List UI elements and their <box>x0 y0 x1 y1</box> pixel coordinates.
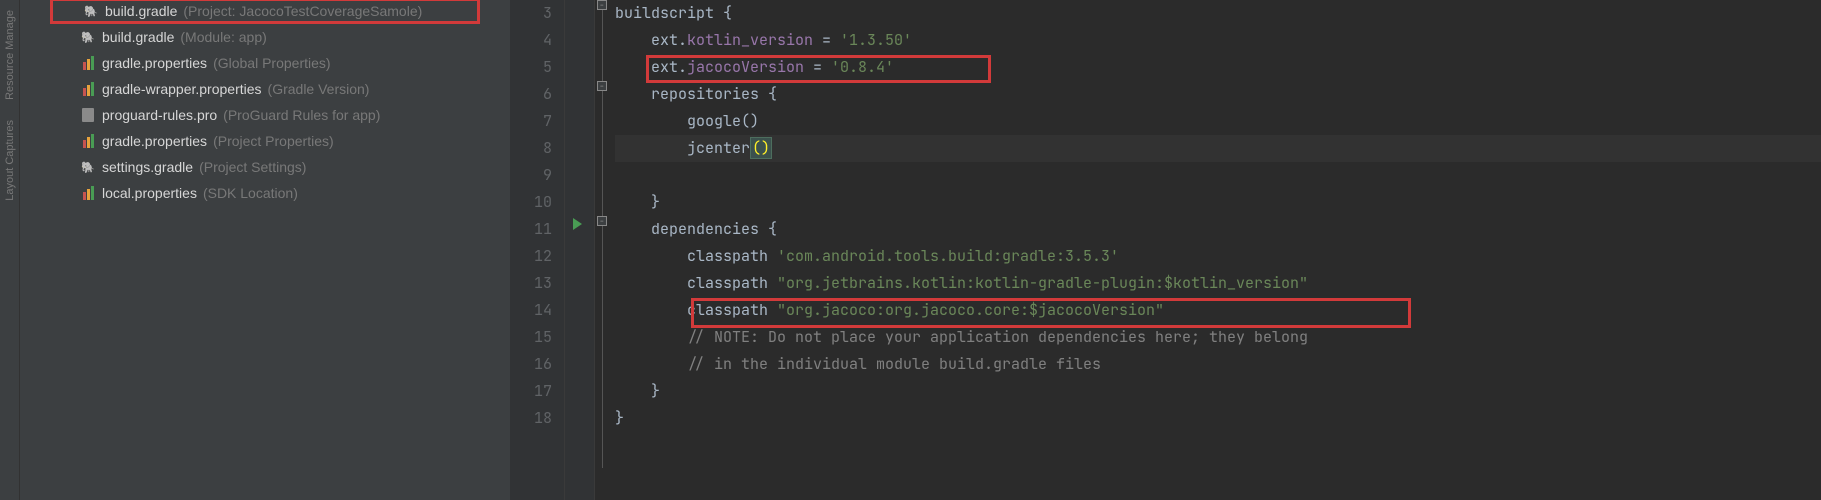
line-number-gutter: 3 4 5 6 7 8 9 10 11 12 13 14 15 16 17 18 <box>510 0 565 500</box>
file-name: build.gradle <box>102 29 174 45</box>
tree-item-gradle-properties-project[interactable]: gradle.properties (Project Properties) <box>20 128 510 154</box>
file-desc: (ProGuard Rules for app) <box>223 107 380 123</box>
line-number: 13 <box>510 270 552 297</box>
line-number: 18 <box>510 405 552 432</box>
code-line[interactable]: } <box>615 405 1821 432</box>
properties-icon <box>80 186 96 200</box>
code-line-current[interactable]: jcenter() <box>615 135 1821 162</box>
properties-icon <box>80 56 96 70</box>
code-line[interactable]: classpath "org.jetbrains.kotlin:kotlin-g… <box>615 270 1821 297</box>
tree-item-gradle-properties-global[interactable]: gradle.properties (Global Properties) <box>20 50 510 76</box>
tree-item-settings-gradle[interactable]: 🐘 settings.gradle (Project Settings) <box>20 154 510 180</box>
properties-icon <box>80 82 96 96</box>
code-line[interactable]: dependencies { <box>615 216 1821 243</box>
fold-toggle-icon[interactable]: − <box>597 0 607 10</box>
file-name: build.gradle <box>105 3 177 19</box>
code-line[interactable] <box>615 162 1821 189</box>
file-desc: (Module: app) <box>180 29 266 45</box>
properties-icon <box>80 134 96 148</box>
code-line[interactable]: // NOTE: Do not place your application d… <box>615 324 1821 351</box>
file-name: gradle-wrapper.properties <box>102 81 262 97</box>
code-line[interactable]: google() <box>615 108 1821 135</box>
line-number: 6 <box>510 81 552 108</box>
line-number: 15 <box>510 324 552 351</box>
tree-item-gradle-wrapper-properties[interactable]: gradle-wrapper.properties (Gradle Versio… <box>20 76 510 102</box>
file-name: proguard-rules.pro <box>102 107 217 123</box>
fold-toggle-icon[interactable]: − <box>597 216 607 226</box>
tree-item-build-gradle-module[interactable]: 🐘 build.gradle (Module: app) <box>20 24 510 50</box>
code-line[interactable]: classpath 'com.android.tools.build:gradl… <box>615 243 1821 270</box>
line-number: 12 <box>510 243 552 270</box>
tree-item-build-gradle-project[interactable]: 🐘 build.gradle (Project: JacocoTestCover… <box>50 0 480 24</box>
gradle-icon: 🐘 <box>80 29 96 45</box>
file-desc: (Gradle Version) <box>268 81 370 97</box>
file-name: gradle.properties <box>102 133 207 149</box>
code-editor[interactable]: 3 4 5 6 7 8 9 10 11 12 13 14 15 16 17 18… <box>510 0 1821 500</box>
code-line[interactable]: classpath "org.jacoco:org.jacoco.core:$j… <box>615 297 1821 324</box>
line-number: 11 <box>510 216 552 243</box>
code-line[interactable]: } <box>615 189 1821 216</box>
code-line[interactable]: ext.jacocoVersion = '0.8.4' <box>615 54 1821 81</box>
line-number: 5 <box>510 54 552 81</box>
file-desc: (Project Settings) <box>199 159 306 175</box>
file-icon <box>80 107 96 123</box>
file-desc: (Project Properties) <box>213 133 334 149</box>
run-gutter-icon[interactable] <box>573 218 582 230</box>
code-area[interactable]: buildscript { ext.kotlin_version = '1.3.… <box>611 0 1821 500</box>
fold-guide <box>602 4 603 468</box>
tree-item-proguard-rules[interactable]: proguard-rules.pro (ProGuard Rules for a… <box>20 102 510 128</box>
code-line[interactable]: buildscript { <box>615 0 1821 27</box>
gradle-icon: 🐘 <box>80 159 96 175</box>
line-number: 3 <box>510 0 552 27</box>
tree-item-local-properties[interactable]: local.properties (SDK Location) <box>20 180 510 206</box>
gradle-icon: 🐘 <box>83 3 99 19</box>
line-number: 9 <box>510 162 552 189</box>
file-name: settings.gradle <box>102 159 193 175</box>
code-line[interactable]: // in the individual module build.gradle… <box>615 351 1821 378</box>
line-number: 16 <box>510 351 552 378</box>
line-number: 10 <box>510 189 552 216</box>
line-number: 14 <box>510 297 552 324</box>
code-line[interactable]: ext.kotlin_version = '1.3.50' <box>615 27 1821 54</box>
file-name: gradle.properties <box>102 55 207 71</box>
line-number: 8 <box>510 135 552 162</box>
line-number: 4 <box>510 27 552 54</box>
tool-strip-label[interactable]: Resource Manage <box>4 10 16 100</box>
project-tree[interactable]: 🐘 build.gradle (Project: JacocoTestCover… <box>20 0 510 500</box>
file-name: local.properties <box>102 185 197 201</box>
line-number: 7 <box>510 108 552 135</box>
file-desc: (SDK Location) <box>203 185 298 201</box>
code-line[interactable]: repositories { <box>615 81 1821 108</box>
line-number: 17 <box>510 378 552 405</box>
fold-column[interactable]: − − − <box>595 0 611 500</box>
gutter-icons <box>565 0 595 500</box>
tool-window-strip[interactable]: Resource Manage Layout Captures <box>0 0 20 500</box>
fold-toggle-icon[interactable]: − <box>597 81 607 91</box>
file-desc: (Global Properties) <box>213 55 331 71</box>
code-line[interactable]: } <box>615 378 1821 405</box>
file-desc: (Project: JacocoTestCoverageSamole) <box>183 3 422 19</box>
tool-strip-label[interactable]: Layout Captures <box>4 120 16 201</box>
